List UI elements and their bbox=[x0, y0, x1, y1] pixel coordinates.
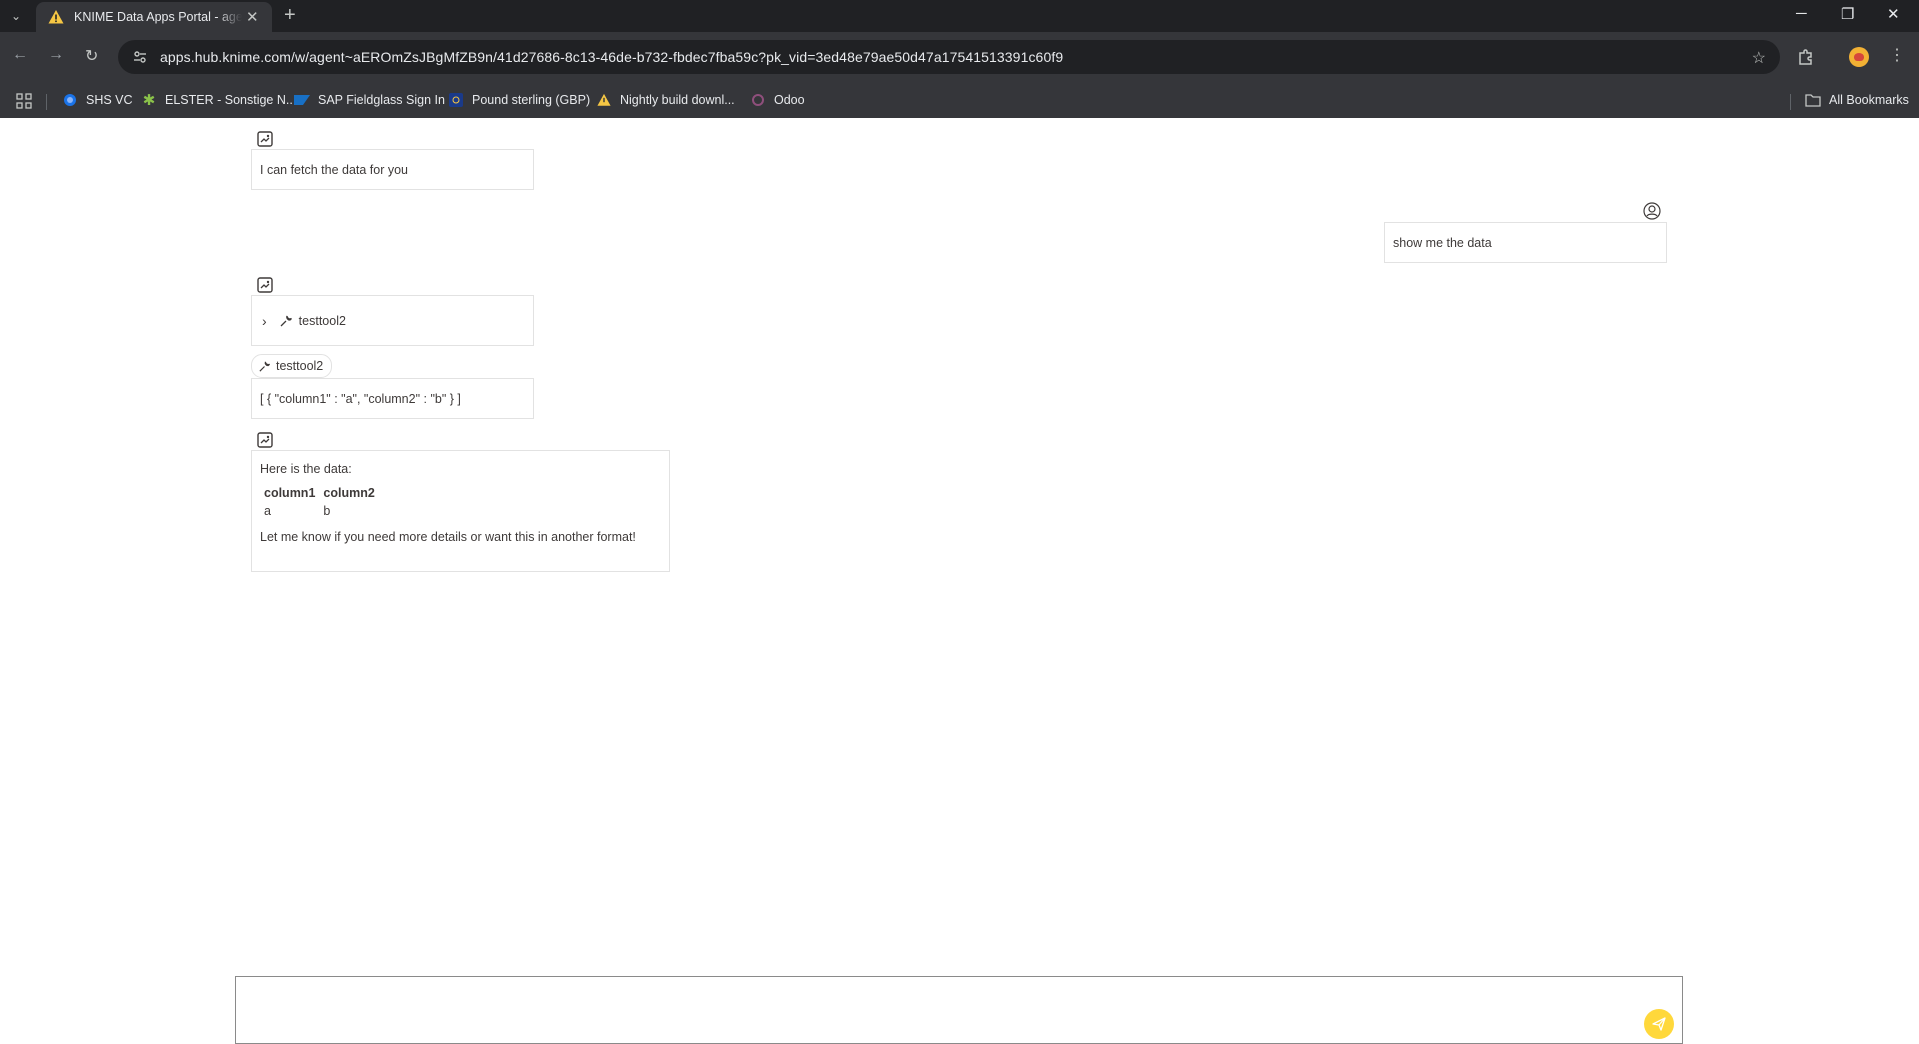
bookmark-odoo[interactable]: Odoo bbox=[750, 92, 805, 108]
message-outro: Let me know if you need more details or … bbox=[260, 530, 636, 544]
table-header: column1 bbox=[264, 486, 316, 500]
euro-icon bbox=[448, 92, 464, 108]
table-header: column2 bbox=[323, 486, 375, 500]
elster-icon: ✱ bbox=[142, 92, 156, 109]
message-text: [ { "column1" : "a", "column2" : "b" } ] bbox=[260, 391, 461, 406]
user-message: show me the data bbox=[1384, 222, 1667, 263]
user-avatar-icon bbox=[1643, 202, 1661, 220]
warning-icon bbox=[596, 92, 612, 108]
table-cell: b bbox=[323, 504, 331, 518]
bookmark-label: Nightly build downl... bbox=[620, 93, 735, 107]
globe-icon bbox=[62, 92, 78, 108]
bookmark-elster[interactable]: ✱ ELSTER - Sonstige N... bbox=[141, 92, 297, 109]
chat-composer bbox=[235, 976, 1683, 1044]
browser-toolbar: ← → ↻ apps.hub.knime.com/w/agent~aEROmZs… bbox=[0, 32, 1919, 84]
table-cell: a bbox=[264, 504, 271, 518]
window-close-icon[interactable]: ✕ bbox=[1887, 5, 1900, 23]
agent-avatar-icon bbox=[257, 432, 273, 448]
new-tab-button[interactable]: + bbox=[284, 4, 296, 27]
tool-result-name: testtool2 bbox=[276, 359, 324, 373]
message-input[interactable] bbox=[246, 985, 1610, 1039]
bookmark-nightly-build[interactable]: Nightly build downl... bbox=[596, 92, 735, 108]
agent-message: Here is the data: column1 column2 a b Le… bbox=[251, 450, 670, 572]
bookmark-label: SHS VC bbox=[86, 93, 133, 107]
all-bookmarks[interactable]: All Bookmarks bbox=[1805, 92, 1909, 108]
bookmark-shs-vc[interactable]: SHS VC bbox=[62, 92, 133, 108]
wrench-icon bbox=[258, 360, 271, 373]
url-text[interactable]: apps.hub.knime.com/w/agent~aEROmZsJBgMfZ… bbox=[160, 49, 1063, 65]
bookmark-label: Pound sterling (GBP) bbox=[472, 93, 591, 107]
apps-grid-icon[interactable] bbox=[16, 93, 32, 109]
address-bar[interactable]: apps.hub.knime.com/w/agent~aEROmZsJBgMfZ… bbox=[118, 40, 1780, 74]
extensions-puzzle-icon[interactable] bbox=[1796, 47, 1816, 67]
bookmark-star-icon[interactable]: ☆ bbox=[1752, 48, 1766, 68]
active-tab[interactable]: KNIME Data Apps Portal - agent ✕ bbox=[36, 2, 272, 32]
odoo-icon bbox=[750, 92, 766, 108]
sap-icon bbox=[294, 92, 310, 108]
tool-result-message: [ { "column1" : "a", "column2" : "b" } ] bbox=[251, 378, 534, 419]
bookmarks-divider bbox=[46, 94, 47, 110]
warning-icon bbox=[48, 10, 64, 24]
bookmarks-divider bbox=[1790, 94, 1791, 110]
chevron-right-icon[interactable]: › bbox=[262, 313, 267, 329]
chat-page: I can fetch the data for you show me the… bbox=[0, 118, 1919, 1044]
bookmarks-bar: SHS VC ✱ ELSTER - Sonstige N... SAP Fiel… bbox=[0, 84, 1919, 119]
message-intro: Here is the data: bbox=[260, 462, 352, 476]
tab-close-icon[interactable]: ✕ bbox=[246, 8, 259, 26]
agent-message: I can fetch the data for you bbox=[251, 149, 534, 190]
site-info-icon[interactable] bbox=[132, 49, 148, 65]
message-text: show me the data bbox=[1393, 235, 1492, 250]
table-row: a b bbox=[262, 502, 381, 520]
bookmark-sap-fieldglass[interactable]: SAP Fieldglass Sign In bbox=[294, 92, 445, 108]
tab-strip: ⌄ KNIME Data Apps Portal - agent ✕ + ─ ❐… bbox=[0, 0, 1919, 32]
minimize-icon[interactable]: ─ bbox=[1796, 5, 1807, 22]
all-bookmarks-label: All Bookmarks bbox=[1829, 93, 1909, 107]
forward-arrow-icon[interactable]: → bbox=[48, 46, 64, 64]
tab-search-chevron-icon[interactable]: ⌄ bbox=[6, 6, 26, 26]
agent-avatar-icon bbox=[257, 277, 273, 293]
bookmark-label: Odoo bbox=[774, 93, 805, 107]
folder-icon bbox=[1805, 92, 1821, 108]
wrench-icon bbox=[279, 314, 293, 328]
tab-title: KNIME Data Apps Portal - agent bbox=[74, 10, 242, 24]
tool-name: testtool2 bbox=[298, 313, 346, 328]
bookmark-label: ELSTER - Sonstige N... bbox=[165, 93, 297, 107]
agent-avatar-icon bbox=[257, 131, 273, 147]
tool-result-chip: testtool2 bbox=[251, 354, 333, 378]
send-icon bbox=[1652, 1017, 1666, 1031]
tool-call-expander[interactable]: › testtool2 bbox=[251, 295, 534, 346]
bookmark-label: SAP Fieldglass Sign In bbox=[318, 93, 445, 107]
send-button[interactable] bbox=[1644, 1009, 1674, 1039]
message-text: I can fetch the data for you bbox=[260, 162, 409, 177]
restore-icon[interactable]: ❐ bbox=[1841, 5, 1854, 23]
bookmark-pound-sterling[interactable]: Pound sterling (GBP) bbox=[448, 92, 590, 108]
data-table: column1 column2 a b bbox=[262, 484, 381, 520]
profile-avatar[interactable] bbox=[1849, 47, 1869, 67]
back-arrow-icon[interactable]: ← bbox=[12, 46, 28, 64]
reload-icon[interactable]: ↻ bbox=[85, 46, 98, 66]
browser-menu-icon[interactable]: ⋮ bbox=[1889, 45, 1905, 65]
